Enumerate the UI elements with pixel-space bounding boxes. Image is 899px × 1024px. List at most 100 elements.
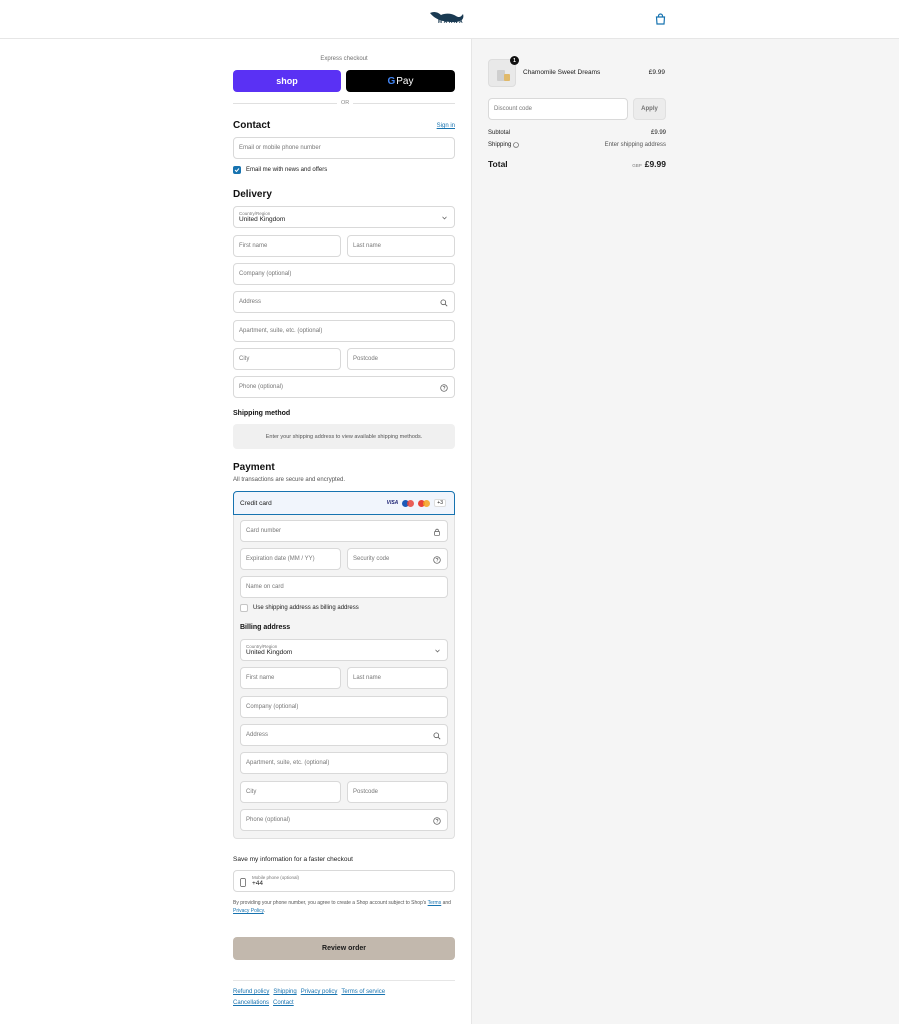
expiration-input[interactable]: Expiration date (MM / YY) bbox=[240, 548, 341, 570]
card-logos: VISA +3 bbox=[387, 499, 446, 507]
subtotal-value: £9.99 bbox=[650, 130, 666, 136]
total-row: Total GBP £9.99 bbox=[488, 159, 666, 169]
country-value: United Kingdom bbox=[239, 216, 286, 223]
email-input[interactable]: Email or mobile phone number bbox=[233, 137, 455, 159]
shop-terms-text: By providing your phone number, you agre… bbox=[233, 899, 455, 915]
phone-input[interactable]: Phone (optional) bbox=[233, 376, 455, 398]
contact-heading: Contact bbox=[233, 120, 271, 131]
total-label: Total bbox=[488, 159, 508, 169]
shipping-policy-link[interactable]: Shipping bbox=[273, 989, 296, 995]
contact-link[interactable]: Contact bbox=[273, 1000, 294, 1006]
terms-of-service-link[interactable]: Terms of service bbox=[341, 989, 385, 995]
check-icon bbox=[234, 168, 240, 173]
billing-country-select[interactable]: Country/Region United Kingdom bbox=[240, 639, 448, 661]
delivery-heading: Delivery bbox=[233, 189, 272, 200]
shop-pay-button[interactable]: shop bbox=[233, 70, 341, 92]
google-pay-button[interactable]: G Pay bbox=[346, 70, 455, 92]
city-input[interactable]: City bbox=[233, 348, 341, 370]
order-summary-panel bbox=[471, 39, 899, 1024]
footer-divider bbox=[233, 980, 455, 981]
billing-country-value: United Kingdom bbox=[246, 649, 293, 656]
cancellations-link[interactable]: Cancellations bbox=[233, 1000, 269, 1006]
address-input[interactable]: Address bbox=[233, 291, 455, 313]
phone-placeholder: Phone (optional) bbox=[239, 384, 284, 390]
product-name: Chamomile Sweet Dreams bbox=[523, 69, 601, 76]
billing-address-input[interactable]: Address bbox=[240, 724, 448, 746]
discount-code-input[interactable]: Discount code bbox=[488, 98, 628, 120]
billing-apartment-input[interactable]: Apartment, suite, etc. (optional) bbox=[240, 752, 448, 774]
privacy-policy-link[interactable]: Privacy Policy bbox=[233, 908, 264, 914]
search-icon bbox=[440, 299, 448, 307]
card-number-input[interactable]: Card number bbox=[240, 520, 448, 542]
company-input[interactable]: Company (optional) bbox=[233, 263, 455, 285]
save-info-heading: Save my information for a faster checkou… bbox=[233, 856, 353, 863]
billing-first-name-input[interactable]: First name bbox=[240, 667, 341, 689]
shipping-method-notice: Enter your shipping address to view avai… bbox=[233, 424, 455, 449]
security-code-placeholder: Security code bbox=[353, 556, 390, 562]
shipping-row: Shipping Enter shipping address bbox=[488, 142, 666, 148]
or-divider-label: OR bbox=[337, 100, 354, 106]
billing-postcode-input[interactable]: Postcode bbox=[347, 781, 448, 803]
billing-company-input[interactable]: Company (optional) bbox=[240, 696, 448, 718]
refund-policy-link[interactable]: Refund policy bbox=[233, 989, 269, 995]
quantity-badge: 1 bbox=[510, 56, 519, 65]
help-circle-icon[interactable] bbox=[433, 556, 441, 564]
shipping-label: Shipping bbox=[488, 142, 512, 148]
checkout-header: MARNA bbox=[0, 0, 899, 39]
billing-last-name-input[interactable]: Last name bbox=[347, 667, 448, 689]
news-checkbox-label: Email me with news and offers bbox=[246, 167, 328, 173]
credit-card-option[interactable]: Credit card VISA +3 bbox=[233, 491, 455, 515]
payment-heading: Payment bbox=[233, 462, 275, 473]
security-code-input[interactable]: Security code bbox=[347, 548, 448, 570]
visa-icon: VISA bbox=[386, 500, 399, 506]
mobile-phone-value: +44 bbox=[252, 880, 264, 887]
brand-wordmark: MARNA bbox=[438, 19, 465, 25]
postcode-input[interactable]: Postcode bbox=[347, 348, 455, 370]
total-value: £9.99 bbox=[644, 159, 666, 169]
subtotal-label: Subtotal bbox=[488, 130, 511, 136]
terms-end: . bbox=[263, 908, 266, 914]
billing-phone-placeholder: Phone (optional) bbox=[246, 817, 291, 823]
name-on-card-input[interactable]: Name on card bbox=[240, 576, 448, 598]
mobile-phone-input[interactable]: Mobile phone (optional) +44 bbox=[233, 870, 455, 892]
chevron-down-icon bbox=[435, 649, 440, 653]
chevron-down-icon bbox=[442, 216, 447, 220]
news-checkbox[interactable] bbox=[233, 166, 241, 174]
shipping-label-group: Shipping bbox=[488, 142, 520, 148]
shopping-bag-icon[interactable] bbox=[655, 13, 666, 25]
product-price: £9.99 bbox=[648, 69, 665, 76]
apartment-input[interactable]: Apartment, suite, etc. (optional) bbox=[233, 320, 455, 342]
help-circle-icon[interactable] bbox=[433, 817, 441, 825]
total-value-group: GBP £9.99 bbox=[632, 159, 666, 169]
sign-in-link[interactable]: Sign in bbox=[437, 123, 455, 129]
credit-card-label: Credit card bbox=[240, 499, 272, 507]
billing-address-heading: Billing address bbox=[240, 624, 291, 631]
terms-text-start: By providing your phone number, you agre… bbox=[233, 900, 428, 906]
more-cards-badge: +3 bbox=[434, 499, 446, 507]
footer-links: Refund policy Shipping Privacy policy Terms… bbox=[233, 987, 455, 1009]
same-billing-label: Use shipping address as billing address bbox=[253, 605, 359, 611]
shipping-value: Enter shipping address bbox=[604, 142, 666, 148]
billing-phone-input[interactable]: Phone (optional) bbox=[240, 809, 448, 831]
last-name-input[interactable]: Last name bbox=[347, 235, 455, 257]
same-billing-checkbox[interactable] bbox=[240, 604, 248, 612]
express-checkout-label: Express checkout bbox=[320, 56, 368, 62]
country-select[interactable]: Country/Region United Kingdom bbox=[233, 206, 455, 228]
privacy-policy-footer-link[interactable]: Privacy policy bbox=[301, 989, 338, 995]
first-name-input[interactable]: First name bbox=[233, 235, 341, 257]
billing-city-input[interactable]: City bbox=[240, 781, 341, 803]
mobile-phone-icon bbox=[240, 878, 246, 887]
apply-discount-button[interactable]: Apply bbox=[633, 98, 666, 120]
review-order-button[interactable]: Review order bbox=[233, 937, 455, 960]
terms-and: and bbox=[441, 900, 451, 906]
google-g-icon: G bbox=[387, 75, 396, 87]
currency-code: GBP bbox=[632, 163, 642, 168]
terms-link[interactable]: Terms bbox=[428, 900, 442, 906]
address-placeholder: Address bbox=[239, 299, 262, 305]
shipping-method-heading: Shipping method bbox=[233, 410, 291, 417]
card-number-placeholder: Card number bbox=[246, 528, 282, 534]
maestro-icon bbox=[402, 499, 415, 507]
help-circle-icon[interactable] bbox=[440, 384, 448, 392]
mastercard-icon bbox=[418, 499, 431, 507]
help-circle-icon[interactable] bbox=[513, 142, 520, 148]
